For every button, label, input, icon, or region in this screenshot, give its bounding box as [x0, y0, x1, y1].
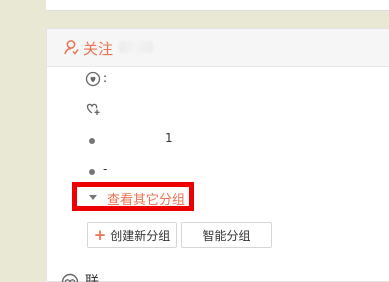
create-group-button[interactable]: + 创建新分组 — [87, 222, 177, 248]
group-item-label: : — [103, 71, 108, 85]
smart-group-button[interactable]: 智能分组 — [181, 222, 272, 248]
group-item-special[interactable]: : — [47, 68, 389, 92]
panel-gap — [46, 12, 389, 28]
follow-panel-header[interactable]: 关注 — [47, 29, 389, 67]
contacts-icon — [61, 273, 79, 282]
group-item-close-friends[interactable] — [47, 97, 389, 121]
page: 关注 : 1 - 查看其它分组 + 创建新分组 智能分组 联 — [0, 0, 389, 282]
blurred-user-name — [119, 41, 153, 53]
follow-panel: 关注 : 1 - 查看其它分组 + 创建新分组 智能分组 联 — [46, 28, 389, 282]
caret-down-icon — [89, 195, 97, 200]
left-background — [0, 0, 46, 282]
group-item-label: - — [103, 162, 108, 176]
create-group-label: 创建新分组 — [110, 228, 171, 243]
user-follow-icon — [64, 40, 79, 55]
special-follow-icon — [85, 71, 101, 87]
group-item-label: 1 — [165, 131, 173, 145]
bullet-dot — [89, 169, 95, 175]
see-other-groups-link[interactable]: 查看其它分组 — [72, 182, 194, 211]
see-other-groups-label: 查看其它分组 — [107, 193, 186, 208]
previous-panel — [46, 0, 389, 11]
group-item-custom-1[interactable]: 1 — [47, 128, 389, 152]
follow-title: 关注 — [83, 40, 114, 58]
bullet-dot — [89, 138, 95, 144]
heart-plus-icon — [86, 103, 100, 115]
next-section-title[interactable]: 联 — [85, 271, 99, 282]
plus-icon: + — [93, 225, 107, 244]
group-item-custom-2[interactable]: - — [47, 159, 389, 183]
smart-group-label: 智能分组 — [202, 228, 251, 243]
